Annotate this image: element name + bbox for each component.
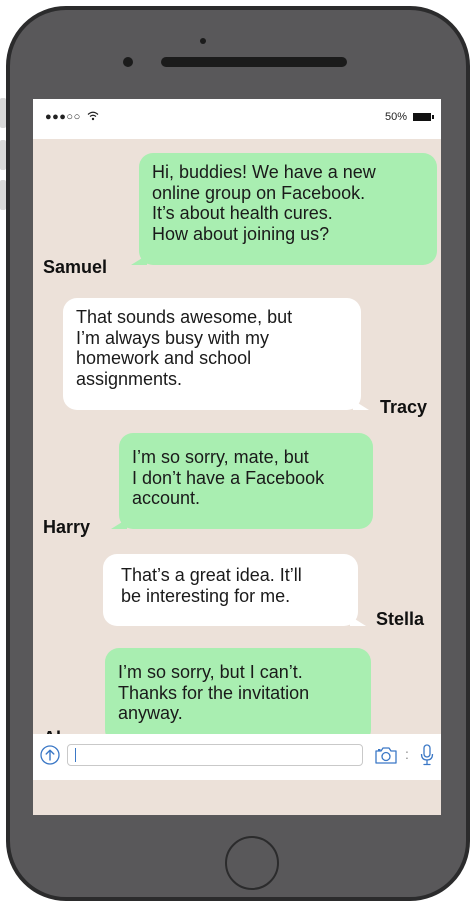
status-left: ●●●○○	[45, 111, 99, 123]
signal-strength: ●●●○○	[45, 111, 81, 123]
front-camera	[200, 38, 206, 44]
message-line: Hi, buddies! We have a new	[152, 162, 376, 182]
sender-name: Samuel	[43, 257, 108, 277]
message-line: assignments.	[76, 368, 183, 389]
message-line: online group on Facebook.	[152, 182, 366, 203]
sender-name: Stella	[376, 609, 425, 629]
earpiece-speaker	[161, 57, 347, 67]
message-bubble: That’s a great idea. It’ll be interestin…	[103, 554, 366, 626]
home-button[interactable]	[225, 836, 279, 890]
icon-separator: :	[405, 746, 409, 762]
sender-name: Tracy	[380, 397, 428, 417]
battery-percent: 50%	[384, 111, 407, 123]
status-right: 50%	[384, 111, 434, 123]
battery-icon	[413, 113, 434, 121]
message-line: I’m always busy with my	[76, 327, 270, 348]
message-line: be interesting for me.	[121, 585, 291, 606]
message-line: Thanks for the invitation	[118, 682, 310, 703]
upload-arrow-icon[interactable]	[40, 745, 60, 765]
message-bubble: I’m so sorry, mate, but I don’t have a F…	[111, 433, 373, 529]
microphone-icon[interactable]	[420, 743, 434, 767]
message-bubble: I’m so sorry, but I can’t. Thanks for th…	[97, 648, 371, 744]
message-line: How about joining us?	[152, 223, 330, 244]
text-caret	[75, 748, 76, 762]
chat-screen: ●●●○○ 50% Hi, buddies! We have a new onl…	[33, 99, 441, 815]
message-bubble: That sounds awesome, but I’m always busy…	[63, 298, 369, 410]
message-input-bar: :	[33, 734, 441, 780]
volume-down-button[interactable]	[0, 180, 6, 210]
message-line: That’s a great idea. It’ll	[121, 565, 302, 585]
message-line: That sounds awesome, but	[76, 307, 293, 327]
message-line: I’m so sorry, but I can’t.	[118, 662, 303, 682]
message-line: anyway.	[118, 703, 183, 723]
wifi-icon	[87, 111, 99, 121]
message-line: homework and school	[76, 348, 252, 368]
status-bar: ●●●○○ 50%	[33, 99, 441, 139]
message-line: I’m so sorry, mate, but	[132, 447, 309, 467]
message-input[interactable]	[67, 744, 363, 766]
proximity-sensor	[123, 57, 133, 67]
volume-up-button[interactable]	[0, 140, 6, 170]
message-bubble: Hi, buddies! We have a new online group …	[131, 153, 437, 265]
camera-icon[interactable]	[374, 745, 398, 765]
mute-switch[interactable]	[0, 98, 6, 128]
message-line: It’s about health cures.	[152, 203, 333, 223]
message-line: I don’t have a Facebook	[132, 467, 325, 488]
sender-name: Harry	[43, 517, 91, 537]
message-line: account.	[132, 488, 201, 508]
